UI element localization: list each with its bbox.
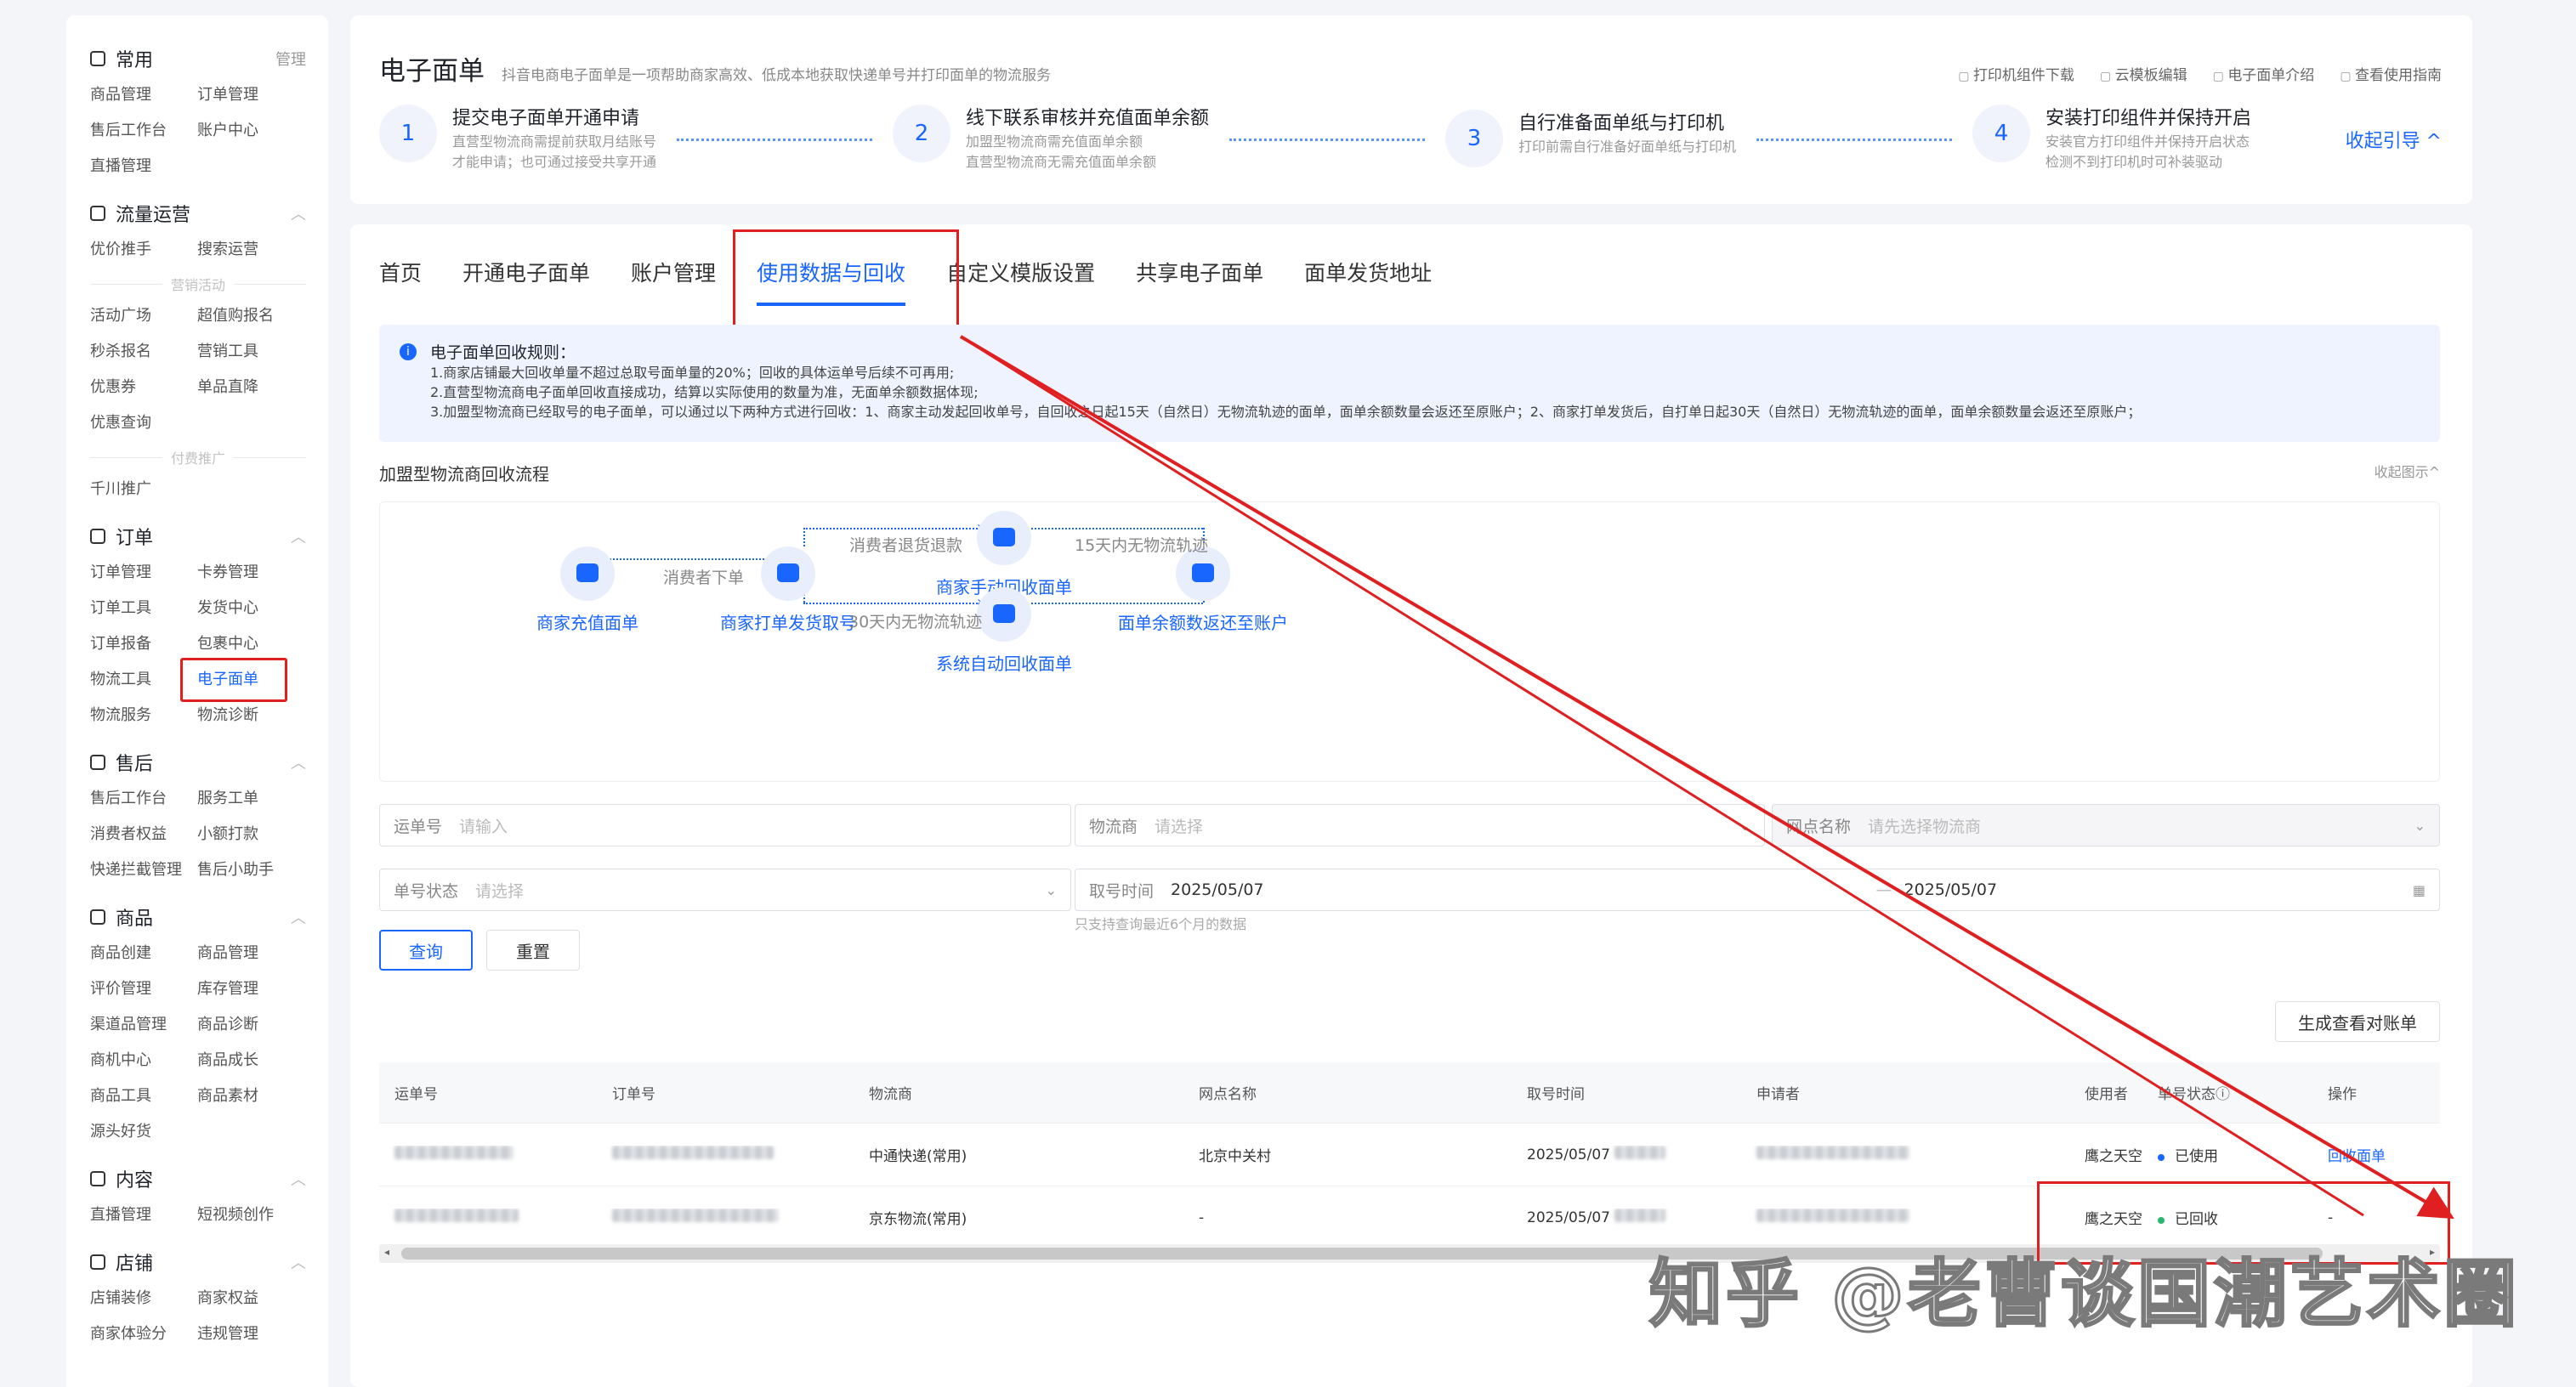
annotation-arrow-line xyxy=(959,335,2454,1220)
annotation-arrow-line xyxy=(960,335,2364,1217)
watermark: 知乎 @老曹谈国潮艺术圈 xyxy=(1648,1251,2520,1339)
annotation-arrow-overlay xyxy=(959,335,2454,1220)
